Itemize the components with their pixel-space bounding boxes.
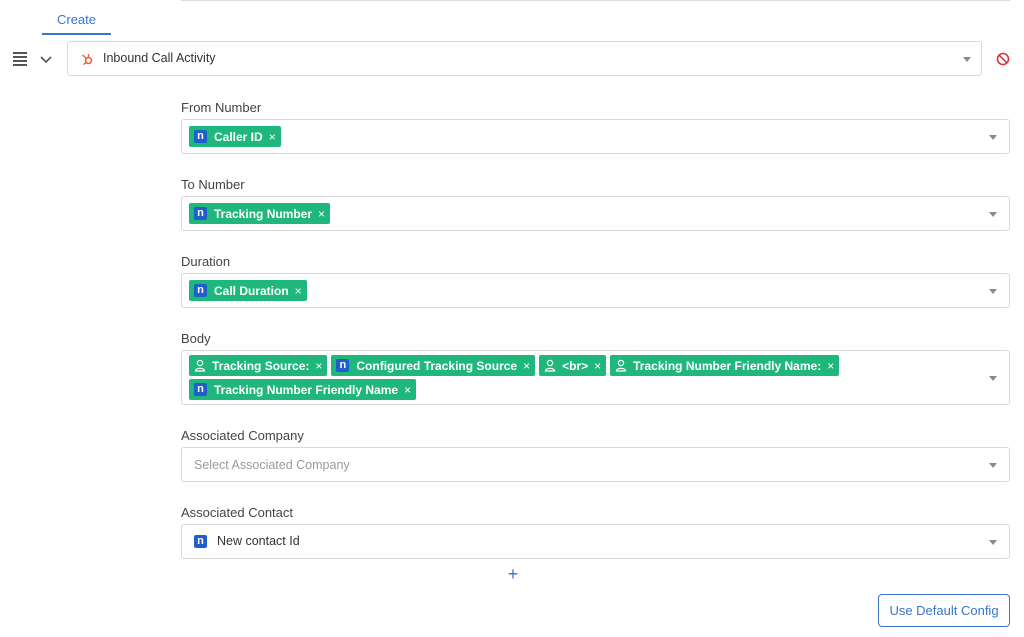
remove-token-icon[interactable]: × bbox=[827, 359, 834, 373]
caret-down-icon bbox=[989, 135, 997, 140]
token-chip[interactable]: Tracking Source: × bbox=[189, 355, 328, 376]
activity-select[interactable]: Inbound Call Activity bbox=[67, 41, 982, 76]
duration-chips: n Call Duration × bbox=[189, 280, 979, 301]
remove-token-icon[interactable]: × bbox=[315, 359, 322, 373]
tab-create[interactable]: Create bbox=[42, 12, 111, 35]
remove-token-icon[interactable]: × bbox=[523, 359, 530, 373]
associated-company-placeholder: Select Associated Company bbox=[194, 458, 350, 472]
duration-field[interactable]: n Call Duration × bbox=[181, 273, 1010, 308]
token-chip-label: Caller ID bbox=[214, 129, 263, 144]
token-chip-label: Call Duration bbox=[214, 283, 289, 298]
person-icon bbox=[194, 359, 206, 372]
token-chip-label: Configured Tracking Source bbox=[356, 358, 518, 373]
token-chip[interactable]: <br> × bbox=[539, 355, 607, 376]
caret-down-icon bbox=[989, 376, 997, 381]
token-chip-label: Tracking Number Friendly Name: bbox=[633, 358, 822, 373]
duration-label: Duration bbox=[181, 254, 231, 269]
token-chip-label: Tracking Source: bbox=[212, 358, 310, 373]
drag-handle-icon[interactable] bbox=[13, 52, 27, 66]
associated-company-label: Associated Company bbox=[181, 428, 304, 443]
ban-icon[interactable] bbox=[996, 52, 1010, 66]
nimble-icon: n bbox=[194, 130, 207, 143]
from-number-field[interactable]: n Caller ID × bbox=[181, 119, 1010, 154]
token-chip[interactable]: n Tracking Number × bbox=[189, 203, 331, 224]
add-field-plus-icon[interactable]: + bbox=[505, 565, 521, 583]
body-label: Body bbox=[181, 331, 211, 346]
nimble-icon: n bbox=[194, 534, 207, 548]
caret-down-icon bbox=[989, 289, 997, 294]
body-field[interactable]: Tracking Source: × n Configured Tracking So… bbox=[181, 350, 1010, 405]
token-chip[interactable]: n Tracking Number Friendly Name × bbox=[189, 379, 417, 400]
nimble-icon: n bbox=[194, 207, 207, 220]
associated-contact-value-wrap: n New contact Id bbox=[194, 534, 300, 548]
caret-down-icon bbox=[989, 212, 997, 217]
from-number-chips: n Caller ID × bbox=[189, 126, 979, 147]
token-chip[interactable]: Tracking Number Friendly Name: × bbox=[610, 355, 840, 376]
associated-contact-label: Associated Contact bbox=[181, 505, 294, 520]
caret-down-icon bbox=[989, 540, 997, 545]
nimble-icon: n bbox=[194, 284, 207, 297]
remove-token-icon[interactable]: × bbox=[404, 383, 411, 397]
token-chip[interactable]: n Call Duration × bbox=[189, 280, 307, 301]
from-number-label: From Number bbox=[181, 100, 262, 115]
associated-company-select[interactable]: Select Associated Company bbox=[181, 447, 1010, 482]
person-icon bbox=[615, 359, 627, 372]
to-number-field[interactable]: n Tracking Number × bbox=[181, 196, 1010, 231]
token-chip-label: Tracking Number bbox=[214, 206, 313, 221]
to-number-label: To Number bbox=[181, 177, 245, 192]
top-divider bbox=[181, 0, 1010, 1]
caret-down-icon bbox=[989, 463, 997, 468]
remove-token-icon[interactable]: × bbox=[318, 207, 325, 221]
token-chip[interactable]: n Caller ID × bbox=[189, 126, 281, 147]
hubspot-icon bbox=[82, 54, 93, 66]
use-default-config-button[interactable]: Use Default Config bbox=[878, 594, 1010, 627]
activity-select-value: Inbound Call Activity bbox=[103, 51, 216, 65]
token-chip[interactable]: n Configured Tracking Source × bbox=[331, 355, 536, 376]
body-chips: Tracking Source: × n Configured Tracking So… bbox=[189, 355, 979, 400]
associated-contact-select[interactable]: n New contact Id bbox=[181, 524, 1010, 559]
tab-create-underline bbox=[42, 33, 111, 35]
remove-token-icon[interactable]: × bbox=[269, 130, 276, 144]
token-chip-label: <br> bbox=[562, 358, 589, 373]
associated-contact-value: New contact Id bbox=[217, 534, 300, 548]
to-number-chips: n Tracking Number × bbox=[189, 203, 979, 224]
remove-token-icon[interactable]: × bbox=[594, 359, 601, 373]
token-chip-label: Tracking Number Friendly Name bbox=[214, 382, 399, 397]
nimble-icon: n bbox=[194, 383, 207, 396]
person-icon bbox=[544, 359, 556, 372]
remove-token-icon[interactable]: × bbox=[295, 284, 302, 298]
caret-down-icon bbox=[963, 57, 971, 62]
chevron-down-icon[interactable] bbox=[38, 51, 54, 67]
nimble-icon: n bbox=[336, 359, 350, 372]
